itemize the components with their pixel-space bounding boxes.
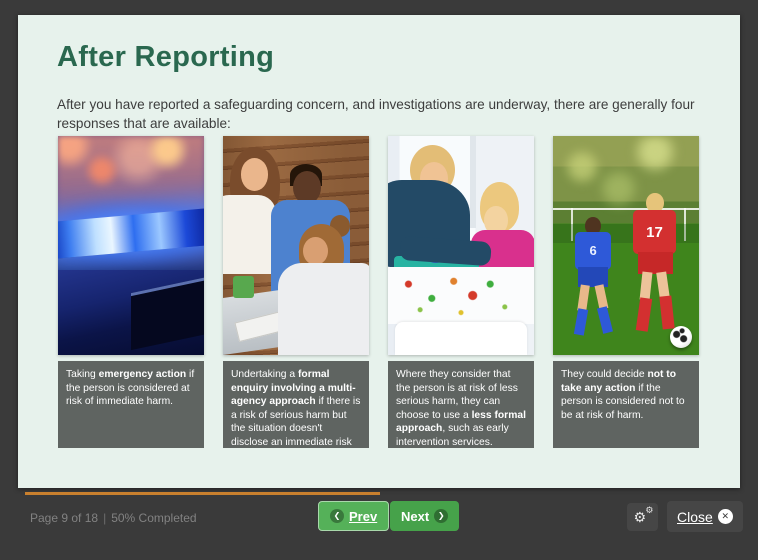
soccer-red-leg (656, 271, 670, 298)
response-card-less-formal: Where they consider that the person is a… (388, 136, 534, 448)
meeting-green-mug (233, 276, 253, 298)
soccer-blue-jersey: 6 (575, 232, 612, 269)
close-button-label: Close (677, 509, 713, 525)
prev-button[interactable]: ❮ Prev (318, 501, 389, 531)
meeting-woman1-face (241, 158, 269, 191)
completed-percent: 50% Completed (111, 511, 196, 525)
caption-formal-enquiry: Undertaking a formal enquiry involving a… (223, 361, 369, 448)
page-info-divider: | (103, 511, 106, 525)
soccer-red-jersey: 17 (633, 210, 675, 254)
soccer-red-leg (639, 271, 652, 300)
meeting-woman1-body (223, 195, 276, 274)
response-card-formal-enquiry: Undertaking a formal enquiry involving a… (223, 136, 369, 448)
page-number: Page 9 of 18 (30, 511, 98, 525)
meeting-woman2-face (303, 237, 328, 265)
craft-window-frame (470, 136, 476, 228)
close-circle-icon: ✕ (718, 509, 733, 524)
soccer-blue-sock (597, 306, 613, 334)
soccer-red-sock (659, 295, 674, 329)
photo-adult-child-play-icon (388, 136, 534, 355)
caption-emergency-action: Taking emergency action if the person is… (58, 361, 204, 448)
next-button[interactable]: Next ❯ (390, 501, 459, 531)
chevron-left-circle-icon: ❮ (330, 509, 344, 523)
caption-no-action: They could decide not to take any action… (553, 361, 699, 448)
responses-row: Taking emergency action if the person is… (58, 136, 718, 448)
red-jersey-number: 17 (646, 224, 663, 241)
page-title: After Reporting (57, 41, 274, 74)
response-card-emergency-action: Taking emergency action if the person is… (58, 136, 204, 448)
response-card-no-action: 6 17 They could decide not to take any a… (553, 136, 699, 448)
craft-table-beads (388, 267, 534, 324)
next-button-label: Next (401, 509, 429, 524)
photo-multi-agency-meeting-icon (223, 136, 369, 355)
progress-bar (25, 492, 380, 495)
soccer-trees-bokeh (553, 136, 699, 224)
page-progress-text: Page 9 of 18 | 50% Completed (30, 511, 197, 525)
soccer-blue-sock (574, 308, 589, 336)
close-button[interactable]: Close ✕ (667, 501, 743, 532)
caption-less-formal: Where they consider that the person is a… (388, 361, 534, 448)
course-player: After Reporting After you have reported … (0, 0, 758, 560)
prev-button-label: Prev (349, 509, 377, 524)
slide-card: After Reporting After you have reported … (18, 15, 740, 488)
meeting-woman2-blazer (278, 263, 369, 355)
chevron-right-circle-icon: ❯ (434, 509, 448, 523)
gears-icon: ⚙ ⚙ (634, 509, 652, 525)
soccer-goal-crossbar (553, 208, 699, 210)
meeting-man-face (293, 171, 321, 204)
photo-police-lights-icon (58, 136, 204, 355)
blue-jersey-number: 6 (590, 243, 597, 258)
settings-button[interactable]: ⚙ ⚙ (627, 503, 658, 531)
photo-children-football-icon: 6 17 (553, 136, 699, 355)
intro-text: After you have reported a safeguarding c… (57, 95, 712, 134)
soccer-red-sock (635, 297, 651, 331)
craft-table-front (395, 322, 526, 355)
soccer-ball (670, 326, 692, 348)
